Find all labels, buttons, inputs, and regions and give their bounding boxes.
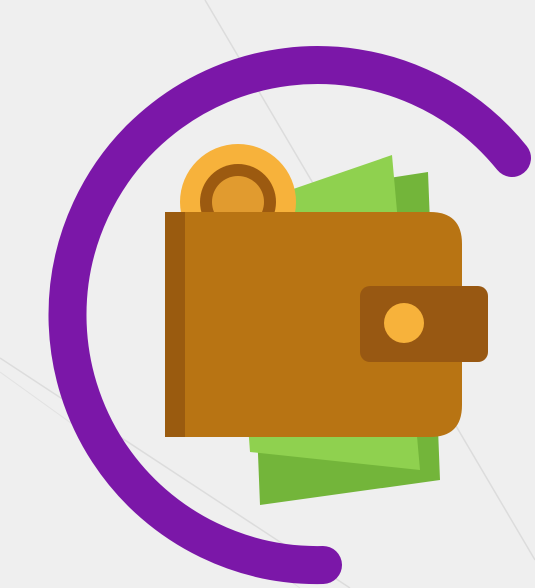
wallet-graphic <box>0 0 535 588</box>
wallet-spine <box>165 212 185 437</box>
clasp-button <box>384 303 424 343</box>
wallet-illustration <box>0 0 535 588</box>
wallet-clasp <box>360 286 488 362</box>
wallet-icon <box>165 212 488 437</box>
